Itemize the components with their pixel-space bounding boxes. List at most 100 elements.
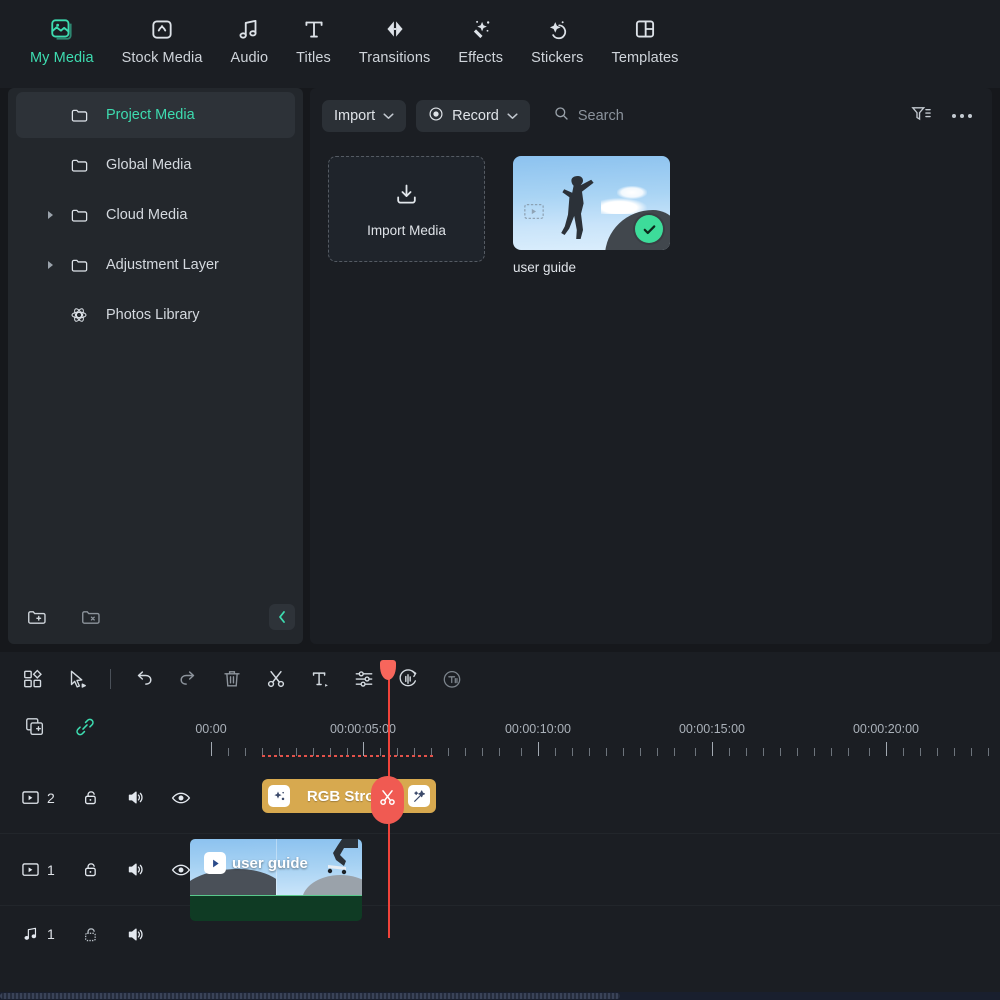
- link-chain-icon[interactable]: [74, 716, 96, 738]
- media-item-user-guide[interactable]: user guide: [513, 156, 670, 275]
- timeline-ruler[interactable]: 00:00 00:00:05:00 00:00:10:00 00:00:15:0…: [186, 706, 1000, 762]
- track-number: 1: [47, 862, 55, 878]
- nav-tab-my-media[interactable]: My Media: [16, 0, 108, 66]
- media-image-icon: [49, 14, 75, 44]
- nav-tab-label: Effects: [458, 50, 503, 66]
- record-button[interactable]: Record: [416, 100, 530, 132]
- ruler-tick: [572, 748, 573, 756]
- ruler-tick: [640, 748, 641, 756]
- sidebar-item-photos-library[interactable]: Photos Library: [16, 292, 295, 338]
- sidebar-item-label: Global Media: [106, 157, 191, 173]
- ruler-tick: [589, 748, 590, 756]
- delete-folder-icon[interactable]: [80, 606, 102, 628]
- ruler-tick: [729, 748, 730, 756]
- chevron-down-icon: [507, 108, 518, 124]
- cursor-select-icon[interactable]: [66, 668, 88, 690]
- add-track-icon[interactable]: [24, 716, 46, 738]
- cut-playhead-button[interactable]: [371, 776, 404, 824]
- filter-sort-icon[interactable]: [910, 104, 932, 129]
- import-button-label: Import: [334, 108, 375, 124]
- magic-wand-icon: [408, 785, 430, 807]
- trash-delete-icon[interactable]: [221, 668, 243, 690]
- nav-tab-effects[interactable]: Effects: [444, 0, 517, 66]
- import-button[interactable]: Import: [322, 100, 406, 132]
- ellipsis-icon[interactable]: [952, 114, 972, 118]
- text-tool-icon[interactable]: [309, 668, 331, 690]
- timeline-header-icons: [24, 716, 96, 738]
- ruler-tick: [211, 742, 212, 756]
- eye-visible-icon[interactable]: [171, 788, 191, 808]
- sidebar-item-adjustment-layer[interactable]: Adjustment Layer: [16, 242, 295, 288]
- download-import-icon: [393, 181, 420, 213]
- effect-sparkle-icon: [268, 785, 290, 807]
- speaker-icon[interactable]: [126, 788, 145, 807]
- timeline-panel: 00:00 00:00:05:00 00:00:10:00 00:00:15:0…: [0, 652, 1000, 1000]
- import-media-tile[interactable]: Import Media: [328, 156, 485, 262]
- search-input[interactable]: Search: [554, 106, 624, 126]
- ruler-tick: [657, 748, 658, 756]
- ruler-tick: [555, 748, 556, 756]
- eye-visible-icon[interactable]: [171, 860, 191, 880]
- transition-arrows-icon: [382, 14, 408, 44]
- nav-tab-audio[interactable]: Audio: [217, 0, 283, 66]
- sidebar-item-cloud-media[interactable]: Cloud Media: [16, 192, 295, 238]
- photos-flower-icon: [64, 305, 94, 325]
- unlock-icon[interactable]: [81, 788, 100, 807]
- ruler-tick: [448, 748, 449, 756]
- music-note-icon: [236, 14, 262, 44]
- nav-tab-stickers[interactable]: Stickers: [517, 0, 597, 66]
- track-header: 1: [0, 906, 186, 962]
- undo-icon[interactable]: [133, 668, 155, 690]
- nav-tab-stock-media[interactable]: Stock Media: [108, 0, 217, 66]
- templates-layout-icon: [632, 14, 658, 44]
- timeline-clip-rgb-stroke[interactable]: RGB Stroke: [262, 779, 436, 813]
- folder-icon: [64, 156, 94, 175]
- adjust-sliders-icon[interactable]: [353, 668, 375, 690]
- grid-layout-icon[interactable]: [22, 668, 44, 690]
- nav-tab-titles[interactable]: Titles: [282, 0, 345, 66]
- speaker-icon[interactable]: [126, 925, 145, 944]
- audio-track-icon: 1: [22, 926, 55, 942]
- speaker-icon[interactable]: [126, 860, 145, 879]
- ruler-tick: [465, 748, 466, 756]
- ruler-label: 00:00:10:00: [505, 722, 571, 736]
- clip-title: user guide: [204, 852, 308, 874]
- ruler-tick: [245, 748, 246, 756]
- unlock-icon[interactable]: [81, 925, 100, 944]
- scissors-split-icon[interactable]: [265, 668, 287, 690]
- toolbar-divider: [110, 669, 111, 689]
- search-placeholder: Search: [578, 108, 624, 124]
- ruler-tick: [499, 748, 500, 756]
- nav-tab-label: Stickers: [531, 50, 583, 66]
- unlock-icon[interactable]: [81, 860, 100, 879]
- nav-tab-transitions[interactable]: Transitions: [345, 0, 444, 66]
- magic-wand-sparkle-icon: [468, 14, 494, 44]
- media-thumbnail[interactable]: [513, 156, 670, 250]
- ruler-label: 00:00: [195, 722, 226, 736]
- nav-tab-label: Audio: [231, 50, 269, 66]
- chevron-right-icon[interactable]: [42, 210, 60, 220]
- ruler-tick: [903, 748, 904, 756]
- ruler-tick: [848, 748, 849, 756]
- sidebar-item-project-media[interactable]: Project Media: [16, 92, 295, 138]
- ruler-tick: [363, 742, 364, 756]
- auto-caption-icon[interactable]: [441, 668, 463, 690]
- top-navigation-bar: My Media Stock Media Audio: [0, 0, 1000, 88]
- sidebar-item-label: Photos Library: [106, 307, 200, 323]
- stock-folder-icon: [149, 14, 175, 44]
- new-folder-icon[interactable]: [26, 606, 48, 628]
- folder-icon: [64, 106, 94, 125]
- track-header: 2: [0, 762, 186, 833]
- sidebar-item-global-media[interactable]: Global Media: [16, 142, 295, 188]
- nav-tab-templates[interactable]: Templates: [597, 0, 692, 66]
- collapse-sidebar-button[interactable]: [269, 604, 295, 630]
- audio-detach-icon[interactable]: [397, 668, 419, 690]
- chevron-right-icon[interactable]: [42, 260, 60, 270]
- redo-icon[interactable]: [177, 668, 199, 690]
- media-panel-toolbar: Import Record: [310, 88, 992, 144]
- timeline-horizontal-scrollbar[interactable]: [0, 992, 1000, 1000]
- sidebar-item-label: Cloud Media: [106, 207, 187, 223]
- scrollbar-thumb[interactable]: [0, 993, 620, 999]
- timeline-track-video-2: 2: [0, 762, 1000, 834]
- ruler-tick: [538, 742, 539, 756]
